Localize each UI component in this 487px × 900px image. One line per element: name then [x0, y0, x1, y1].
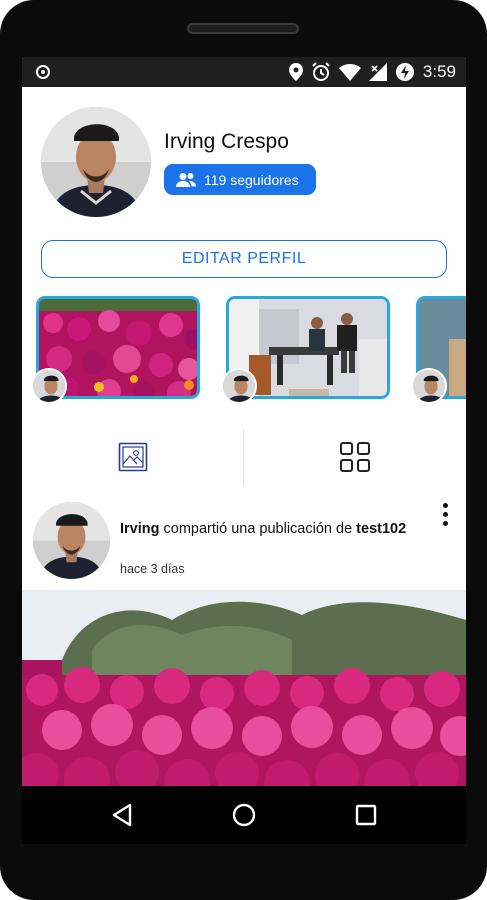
story-avatar — [221, 368, 257, 404]
app-screen: 3:59 Irving Crespo 119 seguidores EDITAR… — [22, 57, 466, 843]
story-avatar — [411, 368, 447, 404]
status-time: 3:59 — [422, 62, 456, 81]
back-button[interactable] — [107, 800, 137, 830]
profile-name: Irving Crespo — [164, 130, 289, 153]
post-timestamp: hace 3 días — [120, 562, 185, 576]
home-icon — [232, 803, 256, 827]
battery-icon — [395, 63, 414, 81]
post-action-text: compartió una publicación de — [159, 521, 357, 537]
recents-button[interactable] — [351, 800, 381, 830]
profile-tabs — [22, 429, 466, 485]
post-more-options-icon[interactable] — [434, 499, 456, 529]
device-frame: 3:59 Irving Crespo 119 seguidores EDITAR… — [0, 0, 487, 900]
signal-icon — [368, 63, 387, 81]
wifi-icon — [338, 63, 361, 81]
status-icons: 3:59 — [288, 62, 456, 82]
tab-grid[interactable] — [244, 429, 465, 485]
post-author-name[interactable]: Irving — [120, 521, 159, 537]
speaker-grille — [187, 23, 299, 34]
navigation-bar — [22, 786, 466, 844]
profile-avatar[interactable] — [41, 107, 151, 217]
status-bar: 3:59 — [22, 57, 466, 87]
grid-icon — [339, 442, 370, 472]
followers-button[interactable]: 119 seguidores — [164, 164, 316, 195]
post-source-user[interactable]: test102 — [356, 521, 406, 537]
post-author-avatar[interactable] — [33, 502, 110, 579]
alarm-icon — [312, 62, 330, 81]
story-avatar — [31, 368, 67, 404]
recents-icon — [355, 804, 377, 826]
location-icon — [288, 63, 303, 81]
home-button[interactable] — [229, 800, 259, 830]
back-icon — [112, 803, 132, 827]
stories-row — [22, 293, 466, 408]
people-icon — [176, 172, 196, 187]
tab-photos[interactable] — [22, 429, 243, 485]
notification-dot-icon — [36, 65, 50, 79]
edit-profile-button[interactable]: EDITAR PERFIL — [41, 240, 447, 278]
post-header-text: Irving compartió una publicación de test… — [120, 519, 420, 539]
followers-label: 119 seguidores — [204, 171, 299, 188]
image-icon — [118, 442, 147, 472]
